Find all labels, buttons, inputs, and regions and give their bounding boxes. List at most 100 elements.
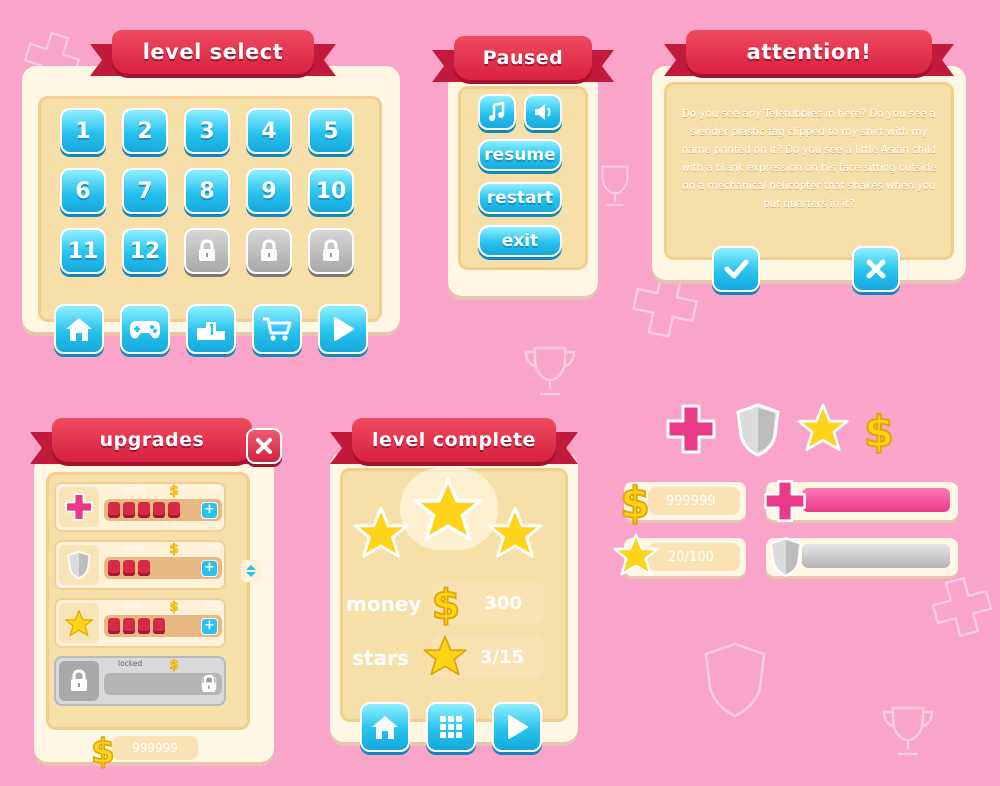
upgrade-health-button[interactable]: + [201,502,218,519]
svg-text:$: $ [169,657,178,672]
shield-icon [736,403,780,457]
lock-icon [68,669,90,693]
upgrade-level-cell [138,502,150,518]
star-icon [423,635,467,676]
gamepad-icon [128,316,162,342]
hud-coin-field: 999999 [648,487,740,515]
money-value: 300 [484,592,522,614]
sound-toggle-button[interactable] [524,94,562,130]
shield-bar-fill [802,544,950,568]
health-bar-fill [802,488,950,512]
health-cross-icon [666,404,716,454]
sound-icon [535,104,551,120]
level-button-6[interactable]: 6 [60,168,106,214]
lock-icon [200,674,218,693]
upgrade-icon-box [59,487,99,527]
shield-icon [704,642,766,718]
locked-level-button [184,228,230,274]
confirm-button[interactable] [712,246,760,292]
checkmark-icon [724,259,749,279]
podium-icon [195,316,227,342]
exit-button[interactable]: exit [478,225,562,257]
upgrade-cost: 400 [205,600,220,609]
upgrade-shield-button[interactable]: + [201,560,218,577]
svg-text:$: $ [91,732,115,770]
upgrade-scrollbar[interactable] [241,560,261,582]
hud-stars-count: 20/100 [668,549,714,565]
upgrades-close-button[interactable] [246,428,282,464]
star-icon [613,533,659,576]
dollar-icon: $ [431,580,461,628]
upgrade-icon-box [59,603,99,643]
upgrades-ribbon: upgrades [30,418,274,470]
home-button[interactable] [360,702,410,752]
shop-button[interactable] [252,304,302,354]
shield-icon [769,537,803,577]
dollar-icon: $ [168,656,180,672]
upgrade-cost: 200 [205,484,220,493]
music-icon [489,101,505,121]
stars-label: stars [352,646,409,670]
upgrade-level-cell [108,560,120,576]
level-button-10[interactable]: 10 [308,168,354,214]
shield-icon [66,550,92,580]
play-icon [330,315,356,343]
upgrade-level-cell [138,618,150,634]
level-grid-button[interactable] [426,702,476,752]
attention-message: Do you see any Teletubbies in here? Do y… [681,109,937,210]
next-level-button[interactable] [492,702,542,752]
upgrade-row-locked: locked $ [54,656,226,706]
lock-icon [258,239,280,263]
upgrade-name: shield [122,543,145,552]
level-button-4[interactable]: 4 [246,108,292,154]
level-button-8[interactable]: 8 [184,168,230,214]
coin-count: 999999 [132,741,178,755]
scroll-arrows-icon [246,565,256,577]
play-button[interactable] [318,304,368,354]
level-button-5[interactable]: 5 [308,108,354,154]
svg-text:$: $ [620,479,650,526]
upgrades-coin-field: 999999 [112,736,198,760]
health-cross-icon [931,576,993,638]
level-button-9[interactable]: 9 [246,168,292,214]
level-button-3[interactable]: 3 [184,108,230,154]
level-button-12[interactable]: 12 [122,228,168,274]
level-button-7[interactable]: 7 [122,168,168,214]
restart-button[interactable]: restart [478,182,562,214]
upgrades-title: upgrades [52,418,252,462]
level-button-11[interactable]: 11 [60,228,106,274]
upgrade-name: stars [122,601,141,610]
upgrade-level-cell [123,502,135,518]
home-button[interactable] [54,304,104,354]
lock-icon [196,239,218,263]
upgrade-row-shield: shield $300 + [54,540,226,590]
upgrade-stars-button[interactable]: + [201,618,218,635]
upgrade-level-bar: + [104,499,222,521]
music-toggle-button[interactable] [478,94,516,130]
resume-button[interactable]: resume [478,139,562,171]
close-icon [866,259,886,279]
attention-title: attention! [686,30,932,74]
leaderboard-button[interactable] [186,304,236,354]
dollar-icon: $ [90,731,115,770]
upgrade-level-cell [153,618,165,634]
dollar-icon: $ [168,540,180,556]
level-button-2[interactable]: 2 [122,108,168,154]
health-bar-track [802,488,950,512]
lock-icon [320,239,342,263]
upgrade-name: locked [118,659,143,668]
svg-text:$: $ [169,599,178,614]
games-button[interactable] [120,304,170,354]
hud-coin-count: 999999 [666,493,716,509]
upgrade-icon-box [59,545,99,585]
level-complete-title: level complete [352,418,556,462]
upgrade-level-cell [138,560,150,576]
upgrade-row-health: health $200 + [54,482,226,532]
trophy-icon [524,346,576,396]
dollar-icon: $ [863,407,895,458]
star-icon [797,403,849,451]
level-complete-ribbon: level complete [330,418,578,470]
cancel-button[interactable] [852,246,900,292]
star-icon [487,506,543,558]
level-button-1[interactable]: 1 [60,108,106,154]
